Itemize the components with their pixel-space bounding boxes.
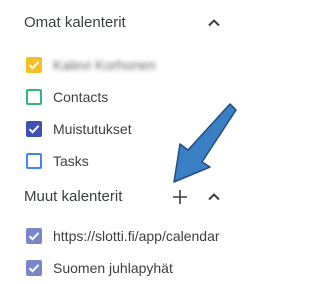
my-calendars-header[interactable]: Omat kalenterit <box>0 8 252 38</box>
other-calendars-title: Muut kalenterit <box>24 188 123 205</box>
checkbox-checked[interactable] <box>26 228 42 244</box>
calendar-list-panel: Omat kalenterit Kalevi Korhonen Contacts… <box>0 0 252 284</box>
chevron-up-icon[interactable] <box>204 13 224 33</box>
checkbox-checked[interactable] <box>26 260 42 276</box>
my-calendars-title: Omat kalenterit <box>24 14 126 31</box>
arrow-pointer-icon <box>173 103 237 183</box>
calendar-item-label: Muistutukset <box>53 121 132 137</box>
chevron-up-icon[interactable] <box>204 187 224 207</box>
calendar-item-label: https://slotti.fi/app/calendar <box>53 228 220 244</box>
checkbox-checked[interactable] <box>26 57 42 73</box>
plus-icon[interactable] <box>170 187 190 207</box>
checkbox-unchecked[interactable] <box>26 89 42 105</box>
calendar-item-label: Tasks <box>53 153 89 169</box>
calendar-item-label: Suomen juhlapyhät <box>53 260 173 276</box>
checkbox-checked[interactable] <box>26 121 42 137</box>
calendar-item-label: Kalevi Korhonen <box>53 57 156 73</box>
checkbox-unchecked[interactable] <box>26 153 42 169</box>
calendar-item-holidays[interactable]: Suomen juhlapyhät <box>0 254 252 284</box>
calendar-item-slotti[interactable]: https://slotti.fi/app/calendar <box>0 222 252 252</box>
calendar-item-label: Contacts <box>53 89 109 105</box>
calendar-item-personal[interactable]: Kalevi Korhonen <box>0 51 252 81</box>
